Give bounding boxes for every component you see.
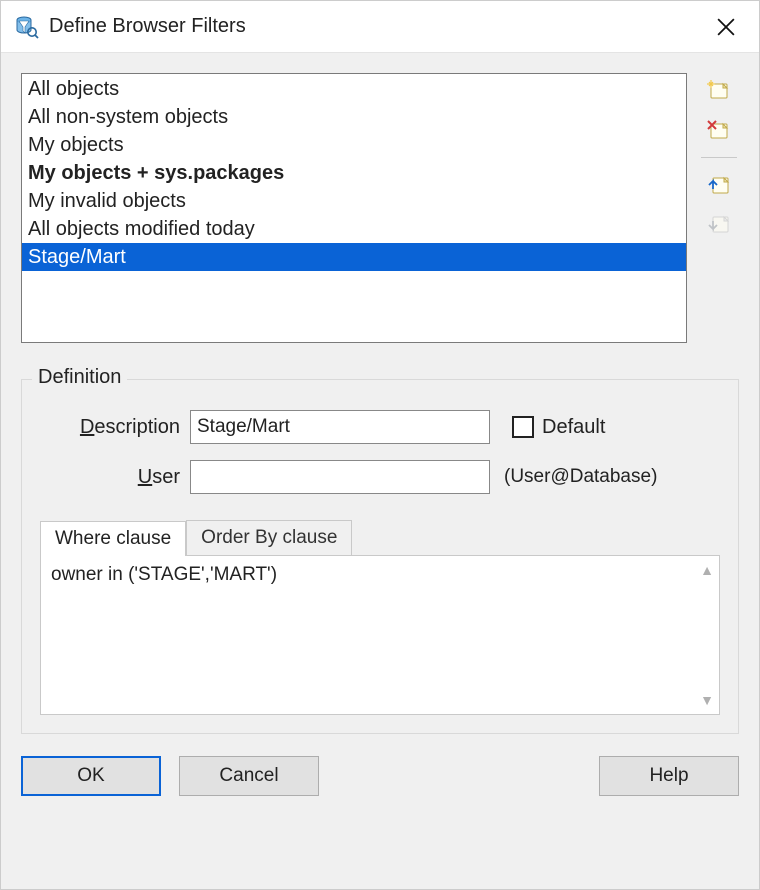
definition-groupbox: Definition Description Default User (Use… xyxy=(21,379,739,734)
default-label: Default xyxy=(542,416,605,439)
page-up-icon xyxy=(706,173,732,197)
move-down-button[interactable] xyxy=(701,208,737,242)
clause-editor-panel: ▲ ▼ xyxy=(40,555,720,715)
ok-button[interactable]: OK xyxy=(21,756,161,796)
close-icon xyxy=(717,18,735,36)
filter-list-item[interactable]: My invalid objects xyxy=(22,187,686,215)
scroll-down-icon: ▼ xyxy=(695,692,719,708)
toolbar-separator xyxy=(701,157,737,158)
page-down-icon xyxy=(706,213,732,237)
user-hint: (User@Database) xyxy=(504,466,657,488)
dialog-button-row: OK Cancel Help xyxy=(21,756,739,796)
new-note-icon xyxy=(706,78,732,102)
client-area: All objectsAll non-system objectsMy obje… xyxy=(1,53,759,889)
delete-filter-button[interactable] xyxy=(701,113,737,147)
dialog-define-browser-filters: Define Browser Filters All objectsAll no… xyxy=(0,0,760,890)
filter-list-item[interactable]: All objects xyxy=(22,75,686,103)
scroll-up-icon: ▲ xyxy=(695,562,719,578)
filter-toolbar xyxy=(699,73,739,242)
cancel-button[interactable]: Cancel xyxy=(179,756,319,796)
help-button[interactable]: Help xyxy=(599,756,739,796)
group-label: Definition xyxy=(32,366,127,389)
close-button[interactable] xyxy=(703,7,749,47)
user-input[interactable] xyxy=(190,460,490,494)
filter-list-item[interactable]: Stage/Mart xyxy=(22,243,686,271)
description-label: Description xyxy=(40,416,190,439)
delete-note-icon xyxy=(706,118,732,142)
tab-where-clause[interactable]: Where clause xyxy=(40,521,186,556)
filter-list-item[interactable]: All objects modified today xyxy=(22,215,686,243)
checkbox-icon xyxy=(512,416,534,438)
filter-list-item[interactable]: My objects + sys.packages xyxy=(22,159,686,187)
filter-list-item[interactable]: All non-system objects xyxy=(22,103,686,131)
clause-tabs: Where clause Order By clause xyxy=(40,520,720,555)
dialog-title: Define Browser Filters xyxy=(49,15,703,38)
where-clause-textarea[interactable] xyxy=(41,556,695,714)
tab-order-by-clause[interactable]: Order By clause xyxy=(186,520,352,555)
move-up-button[interactable] xyxy=(701,168,737,202)
description-input[interactable] xyxy=(190,410,490,444)
filter-list-item[interactable]: My objects xyxy=(22,131,686,159)
new-filter-button[interactable] xyxy=(701,73,737,107)
textarea-scrollbar[interactable]: ▲ ▼ xyxy=(695,556,719,714)
filter-list[interactable]: All objectsAll non-system objectsMy obje… xyxy=(21,73,687,343)
filter-db-icon xyxy=(15,15,39,39)
titlebar: Define Browser Filters xyxy=(1,1,759,53)
default-checkbox[interactable]: Default xyxy=(512,416,605,439)
user-label: User xyxy=(40,466,190,489)
